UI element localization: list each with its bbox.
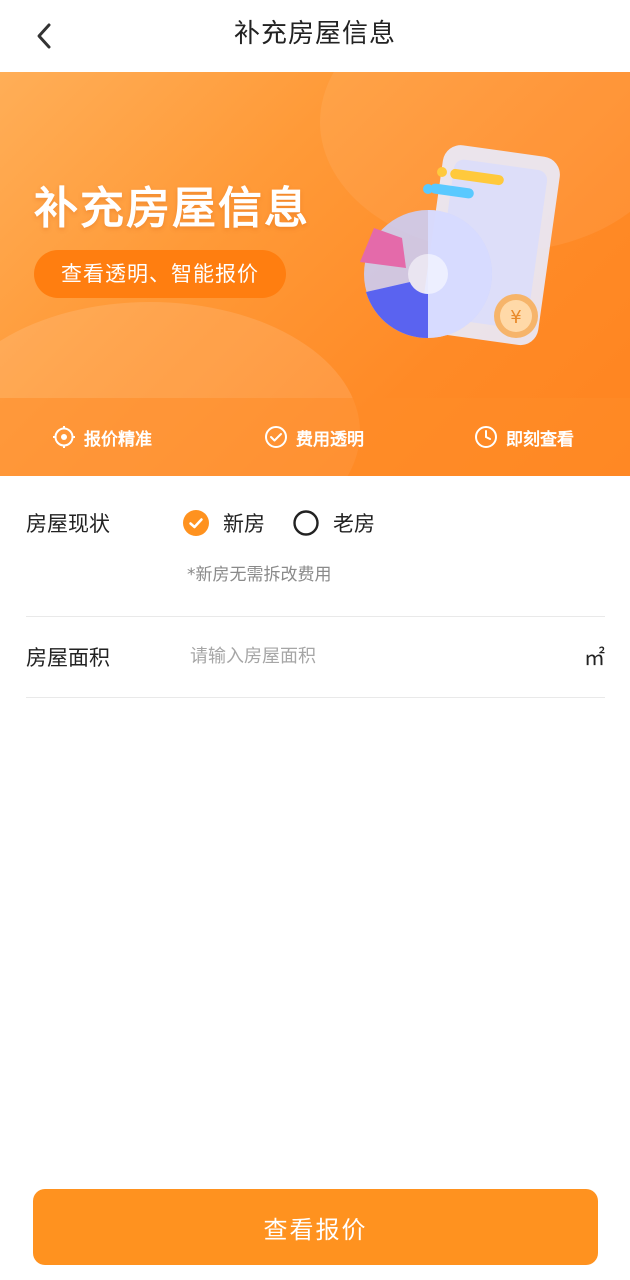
feature-item: 报价精准 <box>52 398 152 476</box>
radio-new-house-label: 新房 <box>223 512 265 536</box>
target-icon <box>53 426 75 448</box>
feature-item: 即刻查看 <box>474 398 574 476</box>
divider <box>26 697 605 698</box>
clock-icon <box>475 426 497 448</box>
house-area-row: 房屋面积 ㎡ <box>26 638 605 678</box>
area-unit: ㎡ <box>584 646 605 670</box>
radio-unchecked-icon <box>293 510 319 536</box>
feature-label: 费用透明 <box>296 429 364 450</box>
new-house-hint: *新房无需拆改费用 <box>187 565 332 585</box>
svg-text:¥: ¥ <box>510 307 521 328</box>
radio-new-house[interactable]: 新房 <box>183 508 265 538</box>
view-quote-button[interactable]: 查看报价 <box>33 1189 598 1265</box>
house-status-row: 房屋现状 新房 老房 *新房无需拆改费用 <box>26 508 605 598</box>
nav-bar: 补充房屋信息 <box>0 0 630 72</box>
feature-label: 报价精准 <box>84 429 152 450</box>
page: 补充房屋信息 补充房屋信息 查看透明、智能报价 ¥ 报价精准 费用透明 即刻查看… <box>0 0 630 1280</box>
banner-subtitle-pill: 查看透明、智能报价 <box>34 250 286 298</box>
house-area-input[interactable] <box>188 638 568 674</box>
divider <box>26 616 605 617</box>
house-status-label: 房屋现状 <box>26 512 110 536</box>
check-circle-icon <box>265 426 287 448</box>
banner-title: 补充房屋信息 <box>34 183 310 234</box>
page-title: 补充房屋信息 <box>233 19 396 49</box>
hero-banner: 补充房屋信息 查看透明、智能报价 ¥ 报价精准 费用透明 即刻查看 <box>0 72 630 476</box>
radio-old-house-label: 老房 <box>333 512 375 536</box>
chart-phone-illustration: ¥ <box>360 145 560 346</box>
radio-checked-icon <box>183 510 209 536</box>
feature-item: 费用透明 <box>264 398 364 476</box>
radio-old-house[interactable]: 老房 <box>293 508 375 538</box>
house-area-label: 房屋面积 <box>26 646 110 670</box>
feature-strip: 报价精准 费用透明 即刻查看 <box>0 398 630 476</box>
feature-label: 即刻查看 <box>506 429 574 450</box>
